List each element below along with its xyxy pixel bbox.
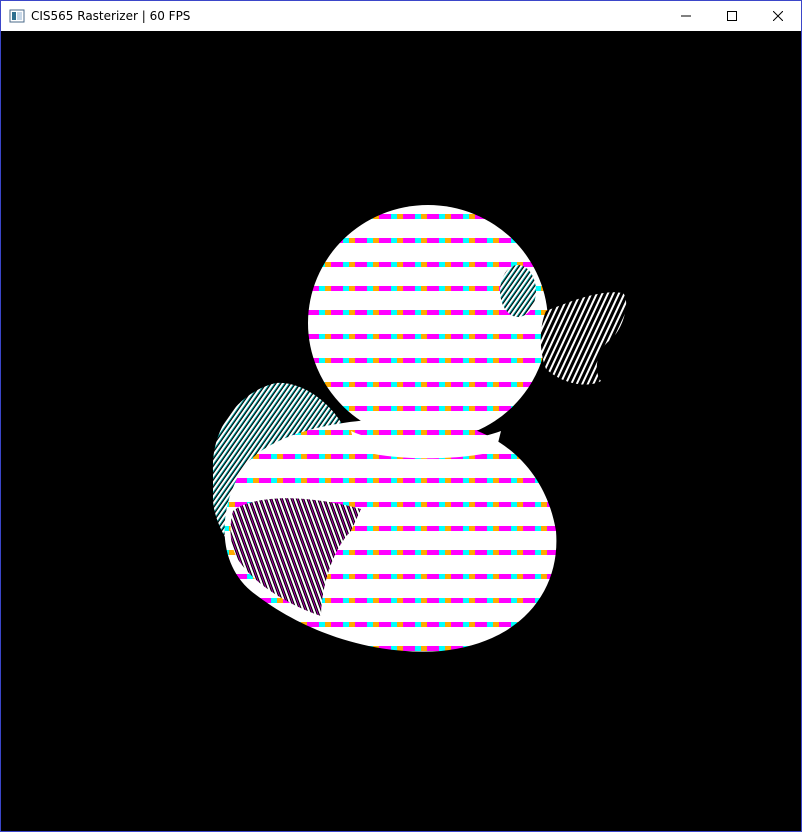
window-title: CIS565 Rasterizer | 60 FPS — [31, 9, 191, 23]
maximize-button[interactable] — [709, 1, 755, 31]
render-viewport[interactable] — [1, 31, 801, 831]
minimize-icon — [681, 15, 691, 17]
app-icon — [9, 8, 25, 24]
close-icon — [773, 11, 783, 21]
duck-head — [308, 205, 548, 441]
minimize-button[interactable] — [663, 1, 709, 31]
duck-beak — [540, 292, 627, 385]
window-controls — [663, 1, 801, 31]
close-button[interactable] — [755, 1, 801, 31]
duck-render — [212, 205, 627, 652]
maximize-icon — [727, 11, 737, 21]
title-bar[interactable]: CIS565 Rasterizer | 60 FPS — [1, 1, 801, 31]
app-window: CIS565 Rasterizer | 60 FPS — [0, 0, 802, 832]
duck-eye — [500, 265, 536, 317]
